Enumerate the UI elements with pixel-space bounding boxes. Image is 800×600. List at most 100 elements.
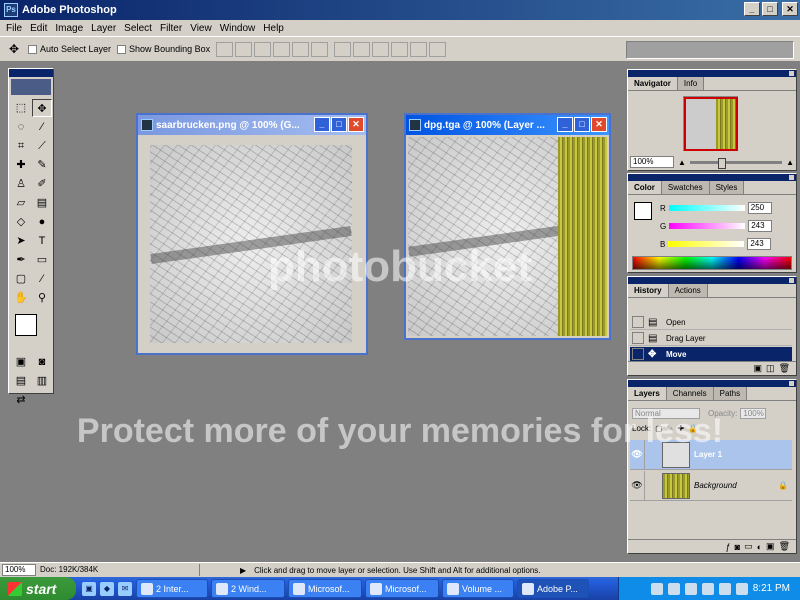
channel-slider[interactable] <box>669 223 746 229</box>
history-item-selected[interactable]: ✥ Move <box>630 347 792 362</box>
tray-icon[interactable] <box>684 582 697 595</box>
zoom-out-icon[interactable]: ▲ <box>678 158 686 167</box>
tab-info[interactable]: Info <box>677 77 705 90</box>
layer-row[interactable]: 👁 Layer 1 <box>630 440 792 470</box>
quickmask-mode-icon[interactable]: ◙ <box>32 353 52 371</box>
doc-maximize-button[interactable]: □ <box>331 117 347 132</box>
map-image-canvas[interactable] <box>408 137 607 336</box>
new-set-icon[interactable]: ▭ <box>744 541 753 552</box>
menu-select[interactable]: Select <box>120 23 156 34</box>
zoom-in-icon[interactable]: ▲ <box>786 158 794 167</box>
taskbar-button[interactable]: Volume ... <box>442 579 514 598</box>
taskbar-button[interactable]: 2 Inter... <box>136 579 208 598</box>
zoom-slider[interactable] <box>689 157 783 169</box>
clock[interactable]: 8:21 PM <box>753 583 790 594</box>
palette-header[interactable] <box>628 174 796 181</box>
doc-minimize-button[interactable]: _ <box>314 117 330 132</box>
minimize-button[interactable]: _ <box>744 2 760 16</box>
jump-to-imageready-icon[interactable]: ⇄ <box>11 391 31 409</box>
tray-icon[interactable] <box>718 582 731 595</box>
history-brush-icon[interactable]: ✐ <box>32 175 52 193</box>
slice-tool-icon[interactable]: ⟋ <box>32 137 52 155</box>
channel-value[interactable]: 243 <box>747 238 772 250</box>
channel-slider[interactable] <box>668 241 745 247</box>
lock-transparency-icon[interactable]: ▢ <box>655 424 663 433</box>
palette-header[interactable] <box>628 380 796 387</box>
standard-mode-icon[interactable]: ▣ <box>11 353 31 371</box>
move-tool-icon[interactable]: ✥ <box>32 99 52 117</box>
menu-image[interactable]: Image <box>51 23 87 34</box>
history-snapshot-box[interactable] <box>632 348 644 360</box>
eye-icon[interactable]: 👁 <box>630 449 644 460</box>
menu-filter[interactable]: Filter <box>156 23 186 34</box>
map-image-canvas[interactable] <box>150 145 352 343</box>
menu-layer[interactable]: Layer <box>87 23 120 34</box>
menu-edit[interactable]: Edit <box>26 23 51 34</box>
channel-slider[interactable] <box>668 205 745 211</box>
magic-wand-tool-icon[interactable]: ⁄ <box>32 118 52 136</box>
align-bottom-icon[interactable] <box>254 41 272 57</box>
align-top-icon[interactable] <box>216 41 234 57</box>
shape-tool-icon[interactable]: ▭ <box>32 251 52 269</box>
taskbar-button[interactable]: Microsof... <box>365 579 439 598</box>
tray-icon[interactable] <box>667 582 680 595</box>
tab-actions[interactable]: Actions <box>668 284 708 297</box>
maximize-button[interactable]: □ <box>762 2 778 16</box>
color-fg-bg-icon[interactable] <box>634 202 652 220</box>
zoom-field[interactable]: 100% <box>630 156 674 168</box>
trash-icon[interactable]: 🗑 <box>779 541 790 552</box>
healing-brush-icon[interactable]: ✚ <box>11 156 31 174</box>
status-menu-arrow-icon[interactable]: ▶ <box>240 566 246 575</box>
channel-value[interactable]: 250 <box>747 202 772 214</box>
distribute-hcenter-icon[interactable] <box>410 41 428 57</box>
hand-tool-icon[interactable]: ✋ <box>11 289 31 307</box>
layer-style-icon[interactable]: ƒ <box>726 542 731 552</box>
doc-close-button[interactable]: ✕ <box>348 117 364 132</box>
screen-mode-icon[interactable]: ▤ <box>11 372 31 390</box>
speaker-icon[interactable] <box>735 582 748 595</box>
menu-file[interactable]: File <box>2 23 26 34</box>
new-document-icon[interactable]: ▣ <box>754 363 763 374</box>
palette-well[interactable] <box>626 41 794 59</box>
layer-row[interactable]: 👁 Background 🔒 <box>630 471 792 501</box>
show-bounding-box-checkbox[interactable]: Show Bounding Box <box>117 44 210 54</box>
adjustment-layer-icon[interactable]: ◐ <box>757 542 762 552</box>
lock-position-icon[interactable]: ✚ <box>677 424 684 433</box>
tab-paths[interactable]: Paths <box>713 387 748 400</box>
close-button[interactable]: ✕ <box>782 2 798 16</box>
doc-close-button[interactable]: ✕ <box>591 117 607 132</box>
start-button[interactable]: start <box>0 577 76 600</box>
brush-tool-icon[interactable]: ✎ <box>32 156 52 174</box>
align-right-icon[interactable] <box>311 41 329 57</box>
tab-color[interactable]: Color <box>628 181 662 194</box>
tab-layers[interactable]: Layers <box>628 387 667 400</box>
align-vcenter-icon[interactable] <box>235 41 253 57</box>
eye-icon[interactable]: 👁 <box>630 480 644 491</box>
layer-mask-icon[interactable]: ◙ <box>735 542 740 552</box>
distribute-top-icon[interactable] <box>334 41 352 57</box>
dodge-tool-icon[interactable]: ● <box>32 213 52 231</box>
blend-mode-select[interactable]: Normal <box>632 408 700 419</box>
taskbar-button-active[interactable]: Adobe P... <box>517 579 589 598</box>
tab-history[interactable]: History <box>628 284 669 297</box>
distribute-bottom-icon[interactable] <box>372 41 390 57</box>
clone-stamp-icon[interactable]: ♙ <box>11 175 31 193</box>
eraser-tool-icon[interactable]: ▱ <box>11 194 31 212</box>
gradient-tool-icon[interactable]: ▤ <box>32 194 52 212</box>
tab-channels[interactable]: Channels <box>666 387 714 400</box>
blur-tool-icon[interactable]: ◇ <box>11 213 31 231</box>
move-tool-icon[interactable]: ✥ <box>6 41 22 57</box>
tab-navigator[interactable]: Navigator <box>628 77 678 90</box>
tray-icon[interactable] <box>650 582 663 595</box>
doc-minimize-button[interactable]: _ <box>557 117 573 132</box>
history-snapshot-box[interactable] <box>632 332 644 344</box>
pen-tool-icon[interactable]: ✒ <box>11 251 31 269</box>
distribute-right-icon[interactable] <box>429 41 447 57</box>
eyedropper-tool-icon[interactable]: ⁄ <box>32 270 52 288</box>
path-select-icon[interactable]: ➤ <box>11 232 31 250</box>
new-snapshot-icon[interactable]: ◫ <box>766 363 775 374</box>
tray-icon[interactable] <box>701 582 714 595</box>
history-item[interactable]: ▤ Drag Layer <box>630 331 792 346</box>
history-snapshot-box[interactable] <box>632 316 644 328</box>
notes-tool-icon[interactable]: ▢ <box>11 270 31 288</box>
